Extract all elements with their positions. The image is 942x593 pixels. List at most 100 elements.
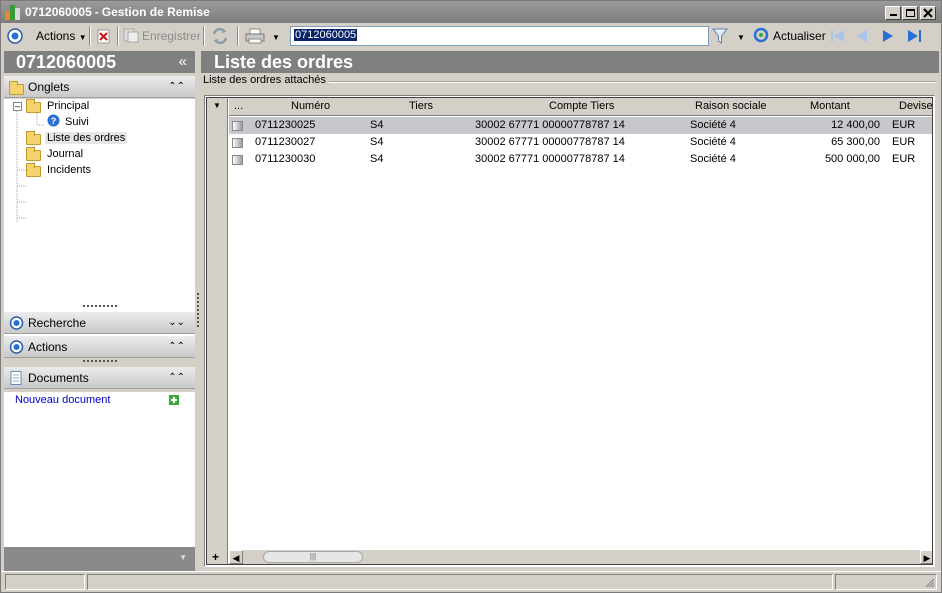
chevron-down-icon: ▼: [78, 33, 87, 42]
add-row-button[interactable]: +: [212, 550, 219, 564]
tree-collapse-toggle[interactable]: –: [13, 102, 22, 111]
column-chooser-icon[interactable]: ▼: [213, 101, 221, 110]
folder-icon: [26, 99, 41, 113]
maximize-button[interactable]: [902, 6, 918, 20]
new-document-link[interactable]: Nouveau document: [15, 394, 110, 406]
column-header-compte-tiers[interactable]: Compte Tiers: [549, 100, 614, 112]
tree-item-label: Suivi: [65, 116, 89, 128]
save-icon: [123, 28, 139, 43]
status-pane: [87, 574, 833, 590]
search-input[interactable]: 0712060005: [290, 26, 709, 46]
table-row[interactable]: 0711230030 S4 30002 67771 00000778787 14…: [229, 151, 932, 168]
previous-icon: [857, 30, 867, 42]
window-app-name: Gestion de Remise: [101, 5, 210, 19]
column-header-more[interactable]: ...: [234, 100, 243, 112]
status-pane: [5, 574, 85, 590]
close-button[interactable]: [920, 6, 936, 20]
navigation-panel: 0712060005 « Onglets ⌃⌃ – Principal ? Sui…: [4, 51, 195, 571]
tree-item-label: Liste des ordres: [45, 132, 128, 144]
folder-icon: [9, 80, 24, 95]
filter-icon: [711, 28, 729, 44]
app-window: 0712060005- Gestion de Remise Actions ▼ E…: [0, 0, 942, 593]
filter-dropdown-button[interactable]: ▼: [737, 26, 745, 46]
tree-item-principal[interactable]: Principal: [26, 98, 89, 114]
documents-section-header[interactable]: Documents ⌃⌃: [4, 367, 195, 389]
refresh-label: Actualiser: [773, 29, 826, 43]
last-icon: [908, 30, 921, 42]
grid-header: ... Numéro Tiers Compte Tiers Raison soc…: [229, 98, 932, 116]
scrollbar-thumb[interactable]: |||: [263, 551, 363, 563]
cell-raison-sociale: Société 4: [690, 119, 736, 131]
toolbar-separator: [203, 26, 205, 46]
first-record-button[interactable]: [830, 26, 846, 46]
window-title-separator: -: [94, 5, 99, 19]
table-row[interactable]: 0711230027 S4 30002 67771 00000778787 14…: [229, 134, 932, 151]
recherche-section-header[interactable]: Recherche ⌄⌄: [4, 312, 195, 334]
horizontal-scrollbar[interactable]: + ◀ ||| ▶: [212, 550, 932, 564]
column-header-raison-sociale[interactable]: Raison sociale: [695, 100, 767, 112]
help-icon: ?: [47, 114, 60, 127]
delete-button[interactable]: [97, 26, 111, 46]
actions-circle-icon[interactable]: [7, 26, 23, 46]
refresh-icon: [753, 27, 769, 43]
cell-montant: 65 300,00: [831, 136, 880, 148]
sync-button[interactable]: [211, 26, 229, 46]
cell-compte-tiers: 30002 67771 00000778787 14: [475, 119, 625, 131]
collapse-panel-button[interactable]: «: [179, 51, 187, 73]
grid-row-selector-column: ▼: [207, 98, 228, 564]
row-icon: [232, 138, 243, 148]
scroll-right-button[interactable]: ▶: [920, 550, 932, 564]
save-label: Enregistrer: [142, 29, 201, 43]
previous-record-button[interactable]: [855, 26, 869, 46]
actions-section-header[interactable]: Actions ⌃⌃: [4, 336, 195, 358]
column-header-numero[interactable]: Numéro: [291, 100, 330, 112]
minimize-button[interactable]: [885, 6, 901, 20]
cell-tiers: S4: [370, 119, 384, 131]
window-id: 0712060005: [25, 5, 92, 19]
onglets-section-header[interactable]: Onglets ⌃⌃: [4, 76, 195, 98]
refresh-button[interactable]: Actualiser: [753, 26, 826, 46]
column-header-montant[interactable]: Montant: [810, 100, 850, 112]
column-header-tiers[interactable]: Tiers: [409, 100, 433, 112]
cell-numero: 0711230025: [255, 119, 316, 131]
cell-raison-sociale: Société 4: [690, 153, 736, 165]
next-record-button[interactable]: [881, 26, 895, 46]
table-row[interactable]: 0711230025 S4 30002 67771 00000778787 14…: [229, 117, 932, 134]
tree-item-label: Incidents: [47, 164, 92, 176]
actions-menu-button[interactable]: Actions ▼: [36, 26, 87, 46]
tree-item-label: Journal: [47, 148, 84, 160]
cell-devise: EUR: [892, 119, 916, 131]
resize-grip[interactable]: [83, 305, 117, 308]
panel-footer: ▼: [4, 547, 195, 571]
folder-open-icon: [26, 131, 41, 145]
save-button[interactable]: Enregistrer: [123, 26, 201, 46]
tree-item-journal[interactable]: Journal: [26, 146, 83, 162]
tree-item-incidents[interactable]: Incidents: [26, 162, 91, 178]
print-dropdown-button[interactable]: ▼: [272, 26, 280, 46]
chevron-down-double-icon: ⌄⌄: [168, 317, 185, 328]
print-button[interactable]: [245, 26, 265, 46]
filter-button[interactable]: [711, 26, 729, 46]
column-header-devise[interactable]: Devise: [899, 100, 932, 112]
sync-icon: [212, 27, 228, 45]
chevron-down-icon[interactable]: ▼: [179, 553, 187, 562]
search-input-value: 0712060005: [294, 29, 358, 41]
documents-label: Documents: [28, 371, 89, 385]
resize-grip[interactable]: [83, 360, 117, 363]
add-icon[interactable]: [169, 395, 179, 405]
page-title: Liste des ordres: [201, 51, 939, 73]
toolbar-separator: [117, 26, 119, 46]
orders-grid: ▼ ... Numéro Tiers Compte Tiers Raison s…: [204, 95, 935, 567]
last-record-button[interactable]: [906, 26, 922, 46]
tree-item-suivi[interactable]: ? Suivi: [47, 114, 89, 130]
actions-section-label: Actions: [28, 340, 68, 354]
tree-item-liste-des-ordres[interactable]: Liste des ordres: [26, 130, 128, 146]
window-title: 0712060005- Gestion de Remise: [25, 5, 210, 19]
splitter-grip: [197, 293, 199, 327]
documents-body: Nouveau document: [4, 392, 195, 547]
resize-grip-icon[interactable]: [925, 578, 935, 588]
chevron-down-icon: ▼: [737, 33, 745, 42]
scroll-left-button[interactable]: ◀: [229, 550, 243, 564]
content-panel: Liste des ordres Liste des ordres attach…: [201, 51, 939, 571]
chevron-up-double-icon: ⌃⌃: [168, 341, 185, 352]
